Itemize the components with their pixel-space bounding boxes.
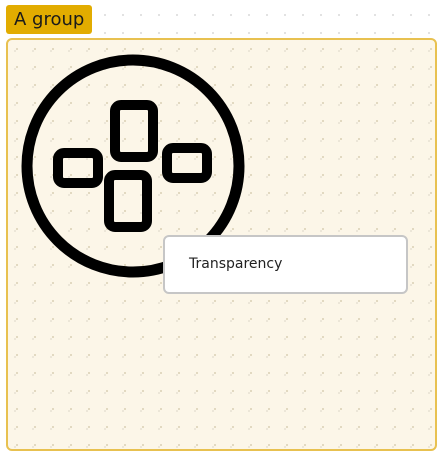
group-label[interactable]: A group <box>6 5 93 34</box>
dpad-down <box>104 170 152 232</box>
dpad-up <box>110 100 158 162</box>
diagram-canvas: A group Transparency <box>0 0 440 454</box>
transparency-node[interactable]: Transparency <box>163 235 408 294</box>
transparency-node-label: Transparency <box>189 256 283 272</box>
dpad-left <box>53 148 103 188</box>
dpad-right <box>162 143 212 183</box>
